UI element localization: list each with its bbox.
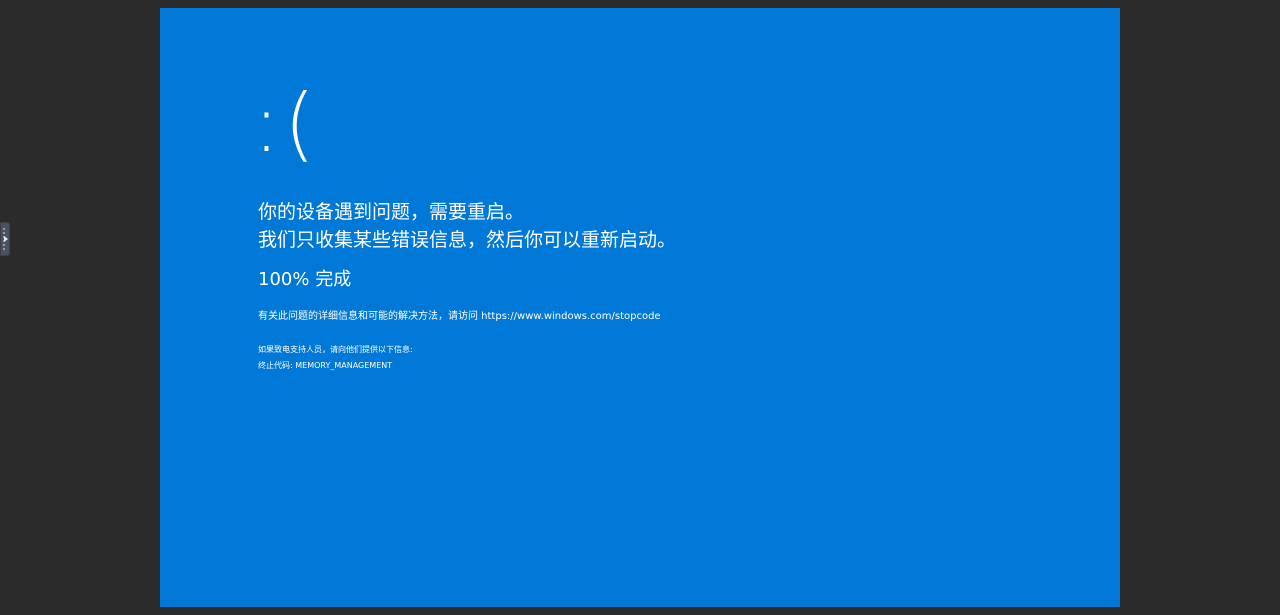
progress-percent: 100% bbox=[258, 269, 310, 290]
blue-screen: :( 你的设备遇到问题，需要重启。 我们只收集某些错误信息，然后你可以重新启动。… bbox=[160, 8, 1120, 607]
image-viewer-background: :( 你的设备遇到问题，需要重启。 我们只收集某些错误信息，然后你可以重新启动。… bbox=[0, 0, 1280, 615]
error-message-line1: 你的设备遇到问题，需要重启。 bbox=[258, 201, 525, 223]
error-message: 你的设备遇到问题，需要重启。 我们只收集某些错误信息，然后你可以重新启动。 bbox=[258, 198, 676, 254]
stop-code-line: 终止代码: MEMORY_MANAGEMENT bbox=[258, 358, 413, 374]
stop-code-value: MEMORY_MANAGEMENT bbox=[295, 361, 393, 370]
progress-status: 100% 完成 bbox=[258, 268, 351, 292]
support-instructions: 如果致电支持人员，请向他们提供以下信息: bbox=[258, 345, 413, 354]
stop-code-label: 终止代码: bbox=[258, 361, 293, 370]
panel-expand-arrow-icon bbox=[4, 236, 8, 242]
stopcode-info-text: 有关此问题的详细信息和可能的解决方法，请访问 https://www.windo… bbox=[258, 311, 661, 322]
side-panel-toggle[interactable] bbox=[0, 222, 10, 256]
progress-label: 完成 bbox=[315, 269, 352, 290]
support-info: 如果致电支持人员，请向他们提供以下信息: 终止代码: MEMORY_MANAGE… bbox=[258, 342, 413, 374]
sad-face-emoticon: :( bbox=[253, 77, 320, 170]
error-message-line2: 我们只收集某些错误信息，然后你可以重新启动。 bbox=[258, 229, 677, 251]
